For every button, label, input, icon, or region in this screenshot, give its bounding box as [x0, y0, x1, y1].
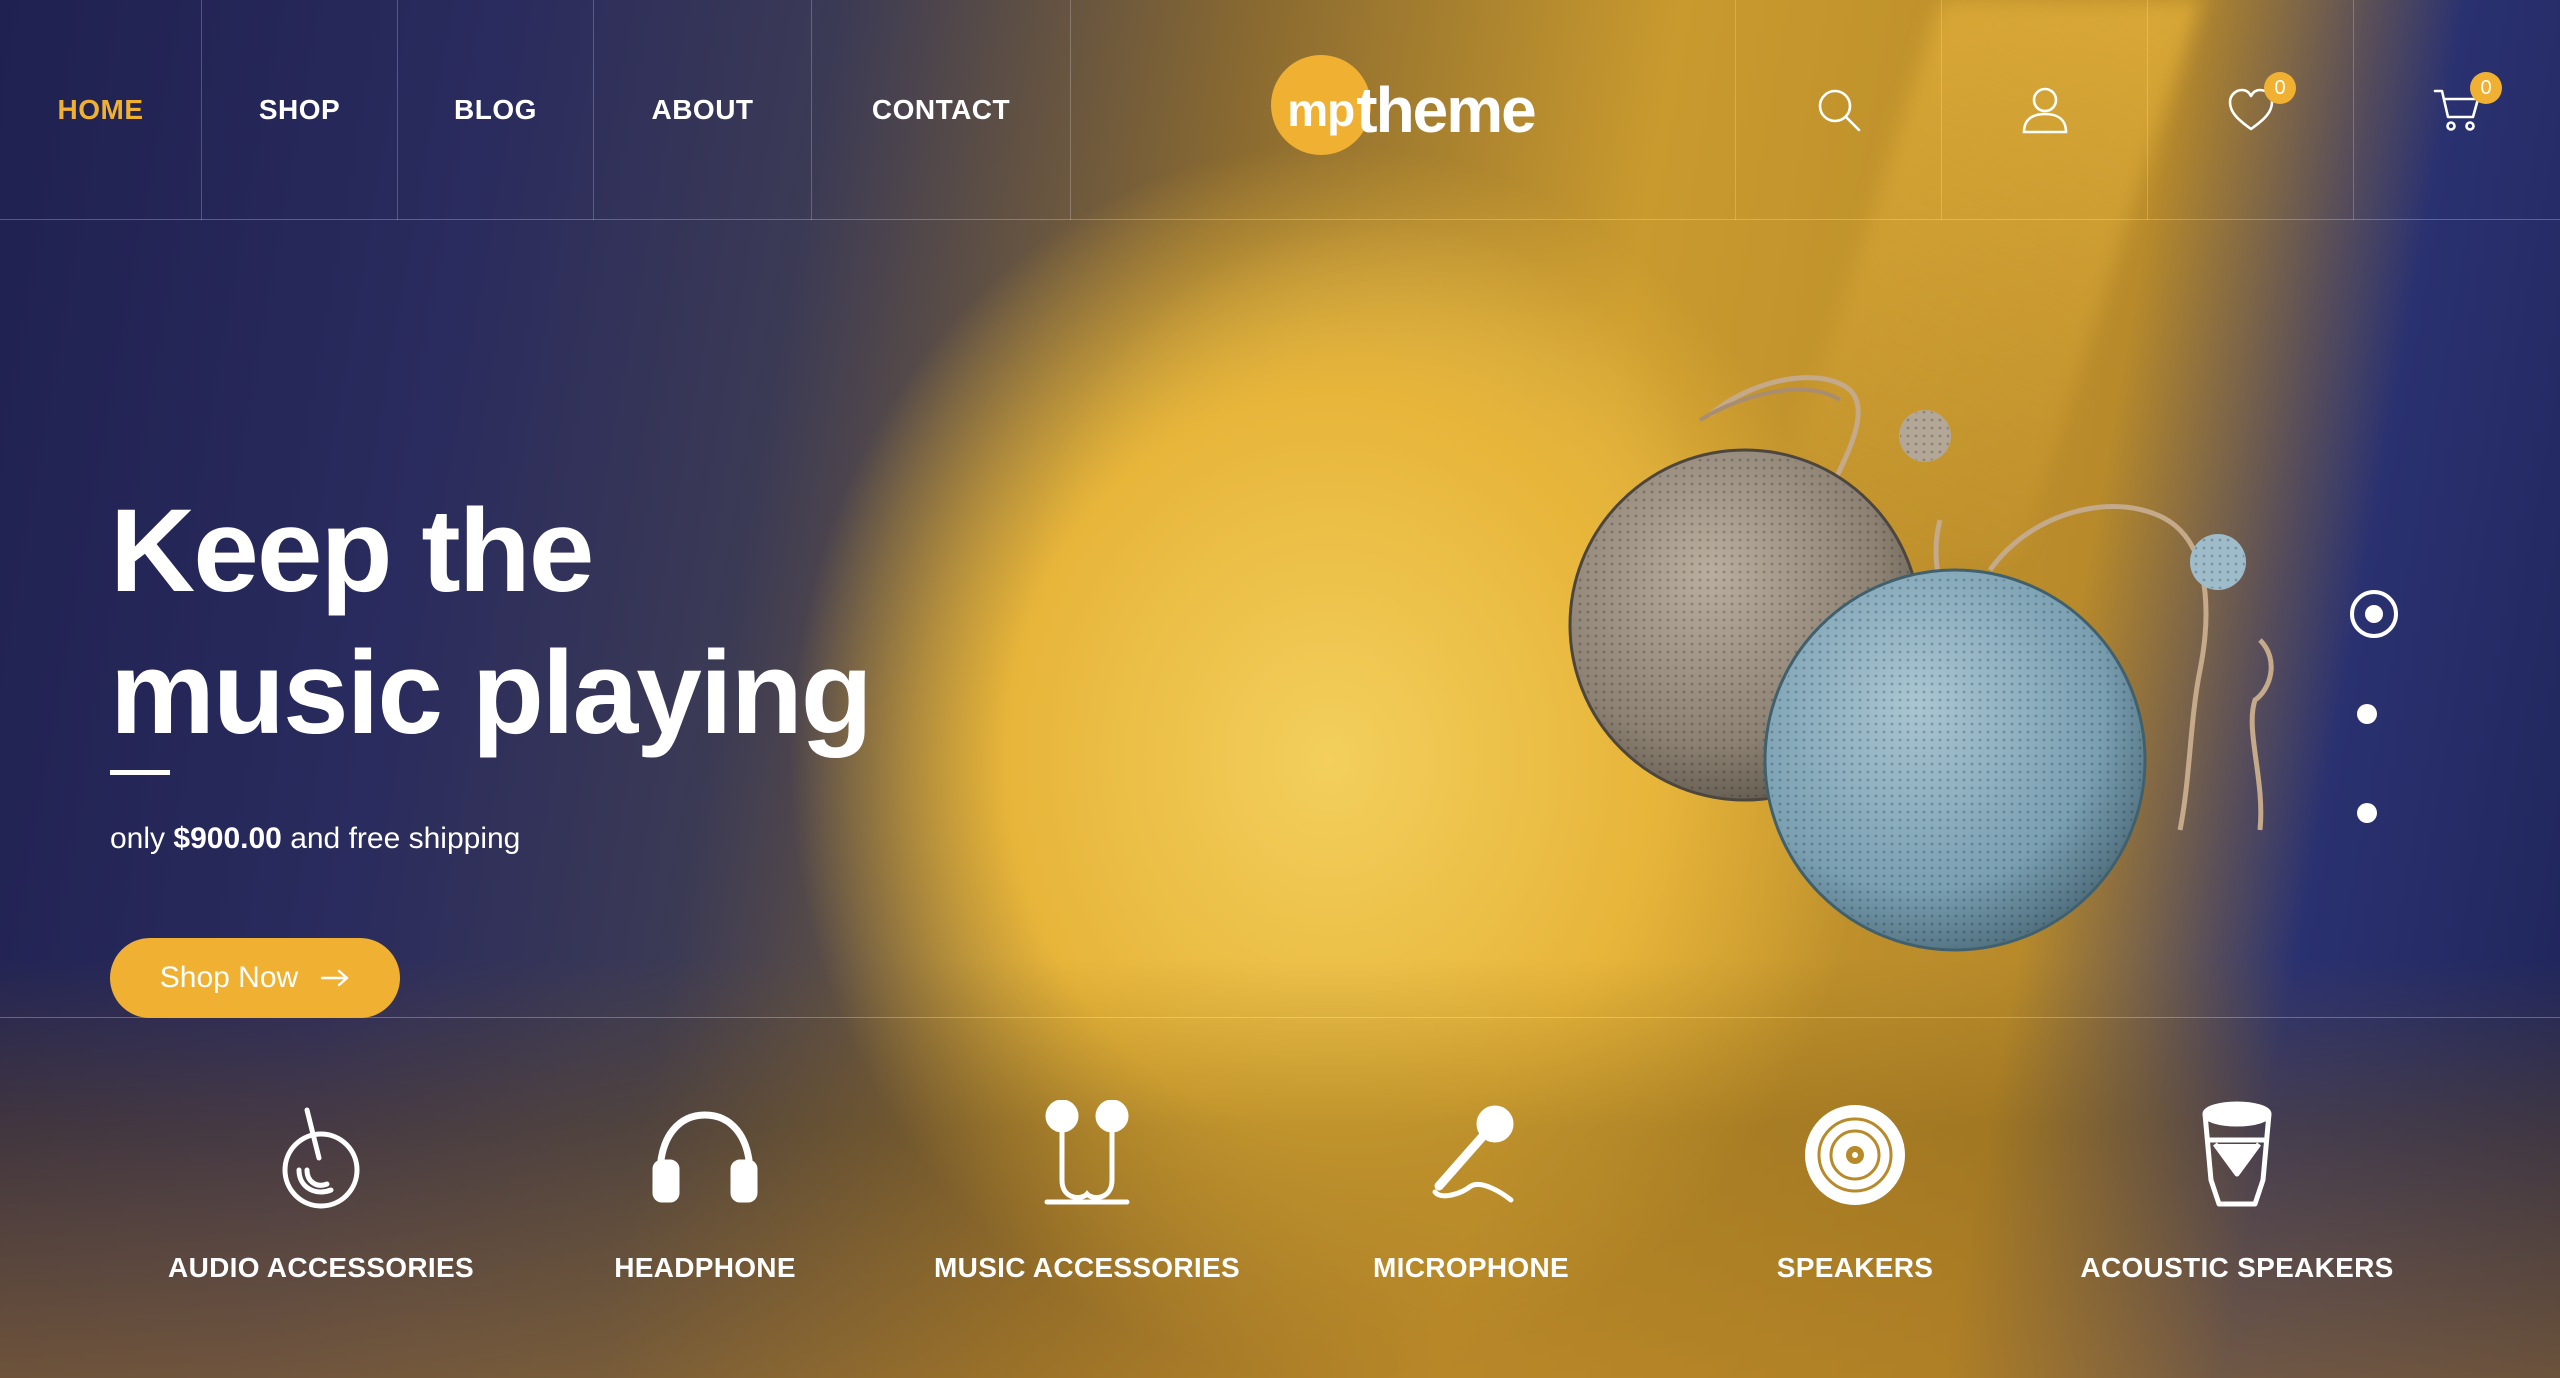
- category-label: HEADPHONE: [614, 1252, 796, 1283]
- microphone-icon: [1416, 1100, 1526, 1210]
- slider-dot-3[interactable]: [2357, 803, 2377, 823]
- hero-title-line-2: music playing: [110, 627, 873, 759]
- search-button[interactable]: [1736, 0, 1942, 220]
- headphone-icon: [650, 1100, 760, 1210]
- nav-contact[interactable]: CONTACT: [812, 0, 1071, 220]
- earbuds-icon: [1032, 1100, 1142, 1210]
- site-logo[interactable]: mp theme: [1271, 55, 1537, 165]
- category-microphone[interactable]: MICROPHONE: [1281, 1100, 1661, 1284]
- hero-price: $900.00: [173, 822, 282, 855]
- audio-accessories-icon: [266, 1100, 376, 1210]
- site-header: HOME SHOP BLOG ABOUT CONTACT mp theme 0 …: [0, 0, 2560, 220]
- category-label: SPEAKERS: [1776, 1252, 1934, 1283]
- hero-title: Keep the music playing: [110, 480, 1110, 764]
- page: HOME SHOP BLOG ABOUT CONTACT mp theme 0 …: [0, 0, 2560, 1378]
- nav-home[interactable]: HOME: [0, 0, 202, 220]
- category-label: MICROPHONE: [1373, 1252, 1569, 1283]
- category-row: AUDIO ACCESSORIES HEADPHONE MUSIC ACCESS…: [0, 1100, 2560, 1340]
- shop-now-button[interactable]: Shop Now: [110, 938, 400, 1018]
- category-music-accessories[interactable]: MUSIC ACCESSORIES: [897, 1100, 1277, 1284]
- disc-icon: [1800, 1100, 1910, 1210]
- hero-title-line-1: Keep the: [110, 485, 594, 617]
- arrow-right-icon: [321, 969, 349, 987]
- nav-about[interactable]: ABOUT: [594, 0, 812, 220]
- category-label: AUDIO ACCESSORIES: [168, 1252, 474, 1283]
- hero-subtitle: only $900.00 and free shipping: [110, 822, 520, 856]
- slider-dot-2[interactable]: [2357, 704, 2377, 724]
- category-audio-accessories[interactable]: AUDIO ACCESSORIES: [131, 1100, 511, 1284]
- category-headphone[interactable]: HEADPHONE: [515, 1100, 895, 1284]
- category-acoustic-speakers[interactable]: ACOUSTIC SPEAKERS: [2047, 1100, 2427, 1284]
- hero-divider-line: [0, 1017, 2560, 1018]
- account-button[interactable]: [1942, 0, 2148, 220]
- slider-dot-1[interactable]: [2350, 590, 2398, 638]
- wishlist-button[interactable]: 0: [2148, 0, 2354, 220]
- user-icon: [2022, 87, 2067, 134]
- nav-blog[interactable]: BLOG: [398, 0, 594, 220]
- drum-icon: [2182, 1100, 2292, 1210]
- nav-shop[interactable]: SHOP: [202, 0, 398, 220]
- hero-divider: [110, 770, 170, 775]
- category-label: ACOUSTIC SPEAKERS: [2080, 1252, 2394, 1283]
- logo-theme-text: theme: [1356, 74, 1536, 146]
- wishlist-count-badge: 0: [2264, 72, 2296, 104]
- cart-count-badge: 0: [2470, 72, 2502, 104]
- logo-area: mp theme: [1071, 0, 1736, 220]
- hero-sub-suffix: and free shipping: [290, 822, 521, 855]
- hero-sub-prefix: only: [110, 822, 166, 855]
- cart-button[interactable]: 0: [2354, 0, 2560, 220]
- logo-mp-text: mp: [1287, 84, 1355, 136]
- shop-now-label: Shop Now: [159, 961, 299, 994]
- category-label: MUSIC ACCESSORIES: [934, 1252, 1240, 1283]
- category-speakers[interactable]: SPEAKERS: [1665, 1100, 2045, 1284]
- search-icon: [1818, 89, 1860, 132]
- hero-product-image: [1568, 375, 2274, 952]
